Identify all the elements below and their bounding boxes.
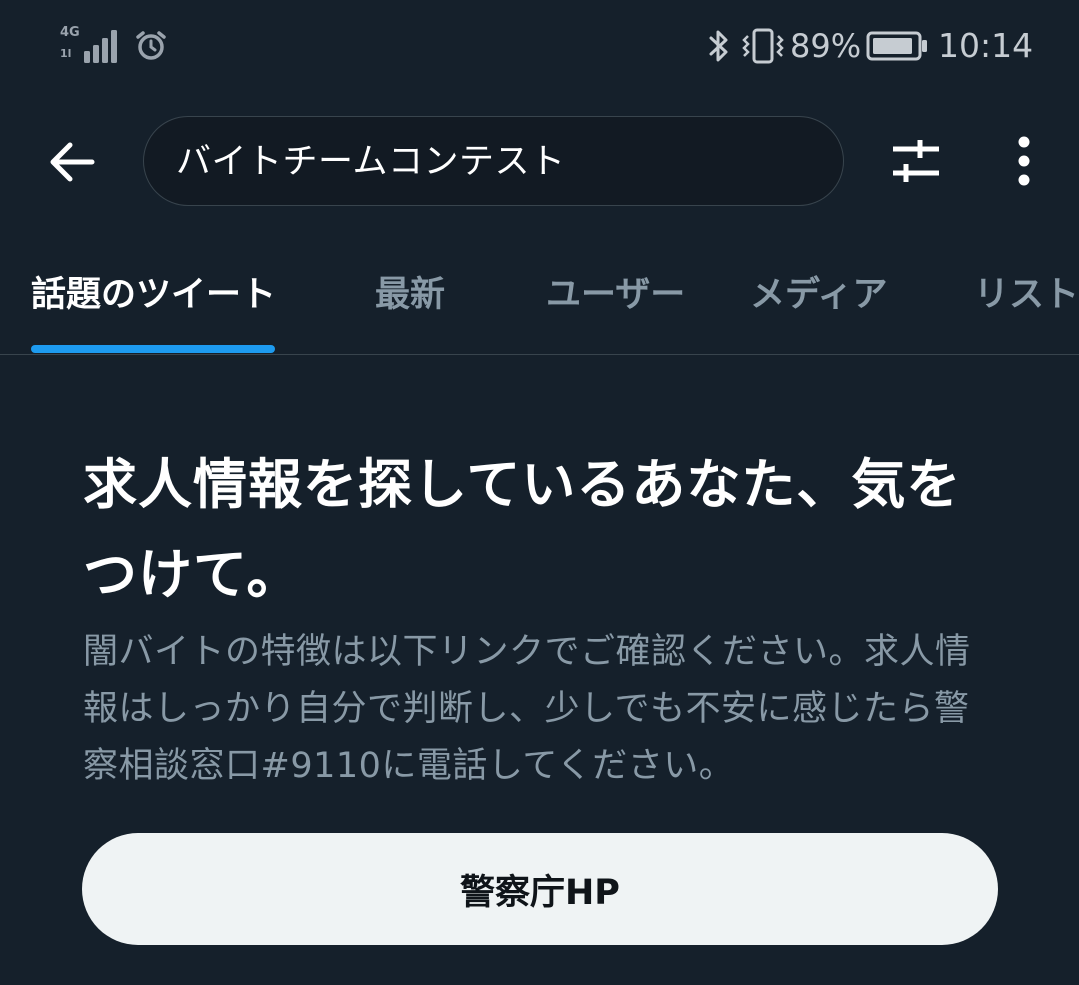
tab-people[interactable]: ユーザー bbox=[546, 272, 685, 318]
notice-body: 闇バイトの特徴は以下リンクでご確認ください。求人情報はしっかり自分で判断し、少し… bbox=[83, 632, 971, 786]
notice-title: 求人情報を探しているあなた、気をつけて。 bbox=[83, 453, 962, 606]
battery-icon bbox=[866, 31, 927, 61]
vibrate-icon bbox=[742, 28, 784, 64]
twitter-search-screen: 4G 1l 89% 10:14 バイトチームコンテスト 話題のツイート 最新 ユ… bbox=[0, 0, 1079, 985]
battery-percent: 89% bbox=[790, 27, 862, 65]
tabs-divider bbox=[0, 354, 1079, 355]
status-bar: 4G 1l 89% 10:14 bbox=[0, 0, 1079, 92]
clock: 10:14 bbox=[938, 26, 1034, 65]
tab-latest[interactable]: 最新 bbox=[375, 272, 445, 318]
network-type-label: 4G bbox=[60, 25, 80, 40]
active-tab-indicator bbox=[31, 345, 275, 353]
bluetooth-icon bbox=[709, 30, 728, 62]
search-filter-icon[interactable] bbox=[888, 136, 944, 188]
tab-top-tweets[interactable]: 話題のツイート bbox=[31, 272, 276, 318]
alarm-icon bbox=[136, 31, 166, 60]
more-vertical-icon[interactable] bbox=[1006, 134, 1042, 190]
search-query-text: バイトチームコンテスト bbox=[176, 142, 566, 182]
search-input[interactable]: バイトチームコンテスト bbox=[143, 116, 844, 206]
network-sub-label: 1l bbox=[60, 47, 72, 60]
tab-media[interactable]: メディア bbox=[750, 272, 888, 318]
search-tabs: 話題のツイート 最新 ユーザー メディア リスト bbox=[0, 260, 1079, 355]
police-hp-button[interactable]: 警察庁HP bbox=[82, 833, 998, 945]
signal-icon bbox=[84, 30, 117, 63]
back-arrow-icon[interactable] bbox=[44, 134, 100, 190]
tab-lists[interactable]: リスト bbox=[974, 272, 1079, 318]
